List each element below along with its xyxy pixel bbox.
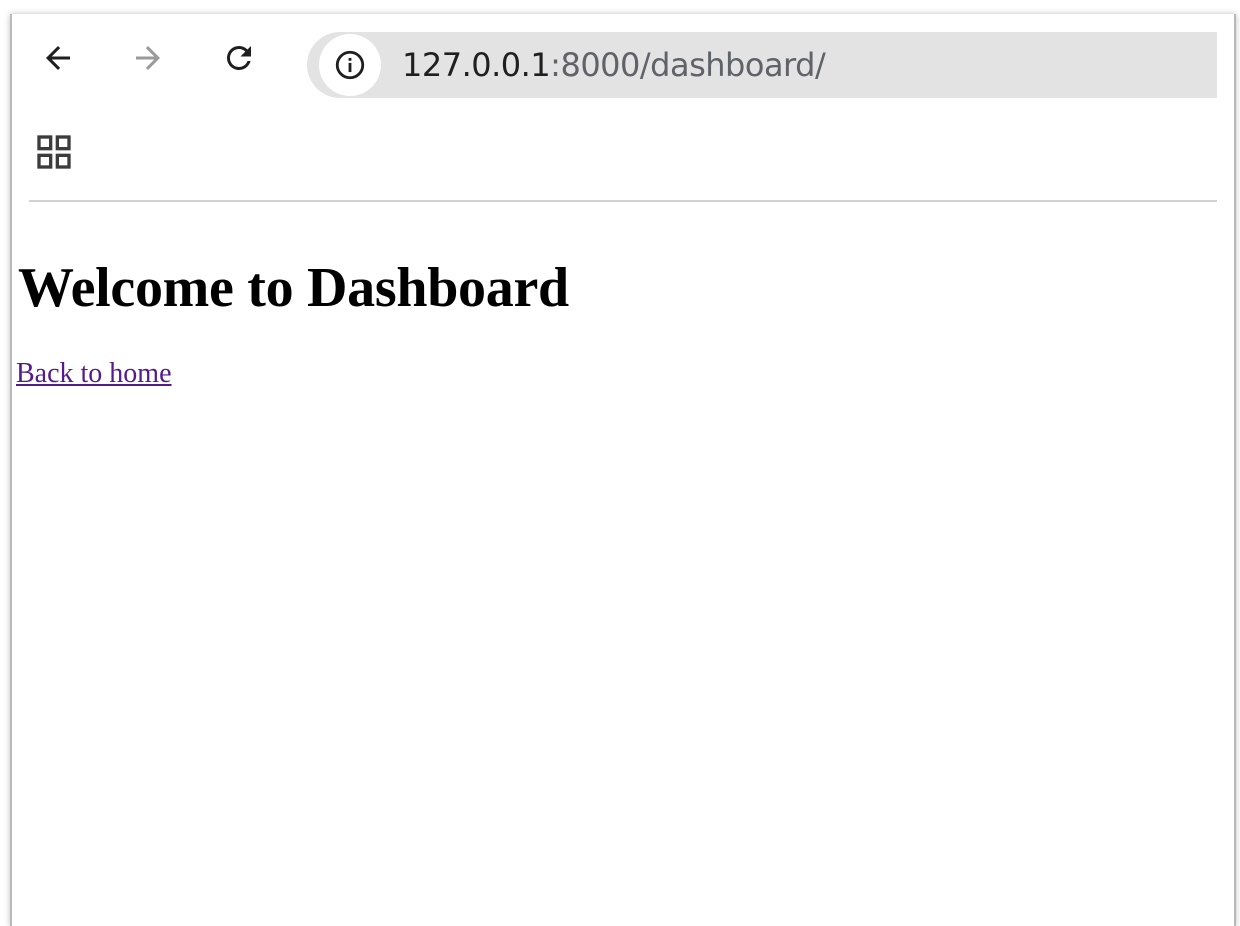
reload-button[interactable] (215, 34, 263, 82)
reload-icon (226, 45, 251, 70)
site-info-button[interactable] (319, 34, 381, 96)
back-to-home-link[interactable]: Back to home (16, 358, 172, 390)
forward-arrow-icon (136, 46, 160, 70)
page-title: Welcome to Dashboard (18, 257, 569, 319)
url-path: :8000/dashboard/ (550, 46, 826, 84)
toolbar-divider (29, 200, 1217, 202)
forward-button[interactable] (124, 34, 172, 82)
browser-toolbar: 127.0.0.1:8000/dashboard/ (12, 14, 1234, 104)
back-button[interactable] (34, 34, 82, 82)
info-icon (335, 50, 365, 80)
apps-button[interactable] (32, 130, 76, 174)
page-content: Welcome to Dashboard Back to home (12, 204, 1234, 924)
bookmarks-bar (12, 124, 1234, 196)
url-host: 127.0.0.1 (402, 46, 551, 84)
back-arrow-icon (46, 46, 70, 70)
address-url[interactable]: 127.0.0.1:8000/dashboard/ (402, 32, 826, 98)
address-bar[interactable]: 127.0.0.1:8000/dashboard/ (307, 32, 1217, 98)
apps-grid-icon (37, 135, 71, 169)
browser-window: 127.0.0.1:8000/dashboard/ Welcome to Das… (10, 14, 1236, 926)
